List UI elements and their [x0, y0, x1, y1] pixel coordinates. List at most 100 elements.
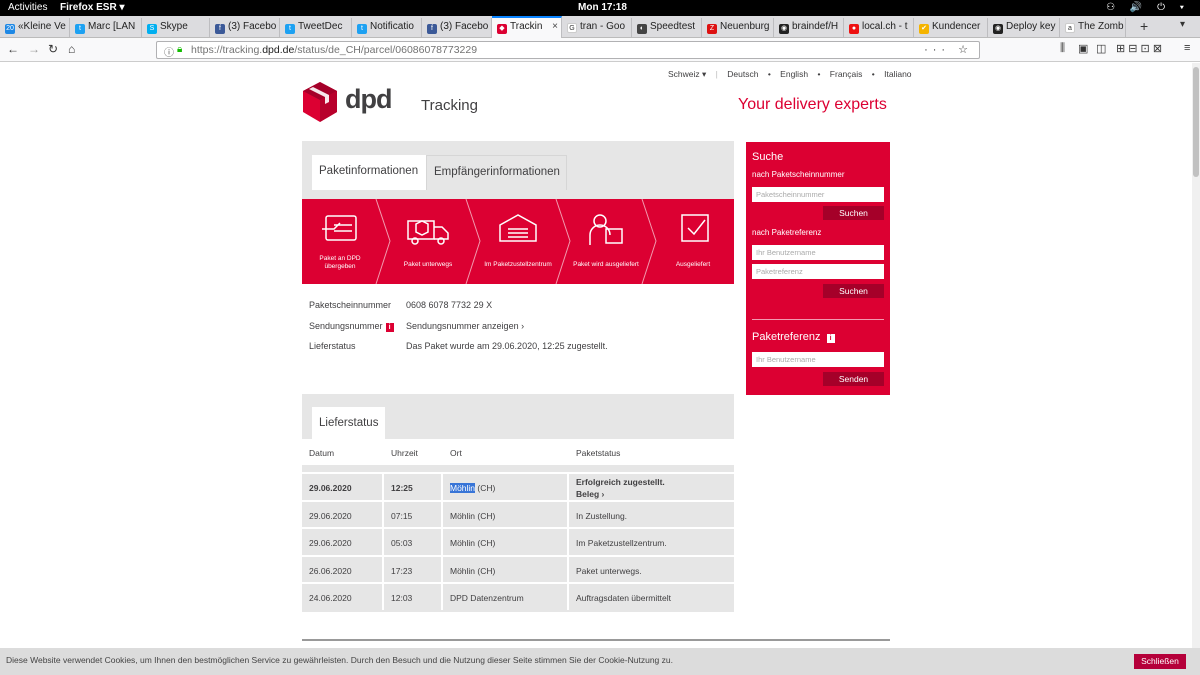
search-number-button[interactable]: Suchen: [823, 206, 884, 220]
tab-paketinformationen[interactable]: Paketinformationen: [312, 155, 426, 190]
lock-icon[interactable]: 🔒︎: [177, 44, 182, 55]
url-bar[interactable]: ⓘ 🔒︎ https://tracking.dpd.de/status/de_C…: [156, 41, 980, 59]
browser-tab[interactable]: ◉ braindef/H: [774, 18, 844, 37]
step-chevrons: [322, 199, 709, 284]
scrollbar-thumb[interactable]: [1193, 67, 1199, 177]
step-3-label: Im Paketzustellzentrum: [484, 261, 552, 268]
tab-favicon-icon: a: [1065, 23, 1075, 33]
library-icon[interactable]: ⫼: [1060, 42, 1065, 55]
slogan: Your delivery experts: [738, 96, 887, 113]
browser-tab[interactable]: S Skype: [142, 18, 210, 37]
browser-tab[interactable]: f (3) Facebo: [422, 18, 492, 37]
table-row: 24.06.2020 12:03 DPD Datenzentrum Auftragsd…: [302, 584, 734, 610]
page-actions-icon[interactable]: ··· ☆: [924, 43, 973, 56]
footer-divider: [302, 639, 890, 641]
tab-favicon-icon: ◆: [497, 24, 507, 34]
tab-label: Speedtest: [650, 21, 696, 32]
search-sidebar: Suche nach Paketscheinnummer Paketschein…: [746, 142, 890, 395]
tab-lieferstatus[interactable]: Lieferstatus: [312, 407, 386, 440]
cell-time: 12:03: [384, 584, 443, 610]
sendung-label: Sendungsnummer i: [309, 321, 409, 332]
tab-favicon-icon: S: [147, 24, 157, 34]
tab-list-icon[interactable]: ▾: [1180, 19, 1185, 30]
search-reference-button[interactable]: Suchen: [823, 284, 884, 298]
extensions-icon[interactable]: ⊞ ⊟ ⊡ ⊠: [1116, 42, 1162, 55]
col-ort: Ort: [450, 448, 462, 458]
depot-icon: [499, 214, 537, 242]
dpd-logo-icon[interactable]: [302, 82, 338, 122]
menu-icon[interactable]: ≡: [1184, 42, 1190, 54]
reader-icon[interactable]: ◫: [1096, 42, 1106, 55]
tab-label: Marc [LAN: [88, 21, 136, 32]
tab-empfaengerinformationen[interactable]: Empfängerinformationen: [426, 155, 567, 190]
sidebar-icon[interactable]: ▣: [1078, 42, 1088, 55]
info-icon[interactable]: i: [385, 323, 394, 332]
reference-input[interactable]: Paketreferenz: [752, 264, 884, 279]
receipt-link[interactable]: Beleg ›: [576, 489, 734, 499]
send-button[interactable]: Senden: [823, 372, 884, 386]
browser-tab[interactable]: ● local.ch - t: [844, 18, 914, 37]
paketschein-value: 0608 6078 7732 29 X: [406, 300, 493, 310]
browser-tab[interactable]: ◆ Trackin ×: [492, 16, 562, 38]
activities-button[interactable]: Activities: [8, 2, 47, 13]
tab-favicon-icon: ◉: [779, 24, 789, 34]
home-icon[interactable]: ⌂: [68, 42, 75, 56]
back-icon[interactable]: ←: [7, 42, 19, 56]
new-tab-button[interactable]: +: [1140, 18, 1148, 34]
tab-favicon-icon: ✔: [919, 24, 929, 34]
checkmark-icon: [681, 214, 709, 242]
browser-tab[interactable]: t Marc [LAN: [70, 18, 142, 37]
lang-it[interactable]: Italiano: [884, 69, 911, 79]
tab-close-icon[interactable]: ×: [552, 21, 558, 32]
browser-tab[interactable]: Z Neuenburg: [702, 18, 774, 37]
browser-tab[interactable]: Gtran - Goo: [562, 18, 632, 37]
lang-de[interactable]: Deutsch: [727, 69, 758, 79]
selected-text: Möhlin: [450, 483, 476, 493]
tab-favicon-icon: ◐: [637, 24, 647, 34]
app-menu[interactable]: Firefox ESR ▾: [60, 2, 124, 13]
package-details: Paketscheinnummer 0608 6078 7732 29 X Se…: [302, 284, 734, 369]
search-title: Suche: [752, 151, 784, 163]
lang-sep: •: [817, 69, 821, 79]
cookie-close-button[interactable]: Schließen: [1134, 654, 1186, 669]
system-top-bar: Activities Firefox ESR ▾ Mon 17:18 ⚇ 🔊 ⏻…: [0, 0, 1200, 16]
info-icon[interactable]: i: [826, 334, 835, 343]
table-row: 29.06.2020 05:03 Möhlin (CH) Im Paketzustel…: [302, 529, 734, 555]
browser-tab[interactable]: 20 «Kleine Ve: [0, 18, 70, 37]
reference-title: Paketreferenz i: [752, 331, 835, 343]
reload-icon[interactable]: ↻: [48, 42, 58, 56]
place-rest: (CH): [475, 483, 496, 493]
dpd-logo-text[interactable]: dpd: [345, 84, 392, 115]
tab-label: Trackin: [510, 21, 543, 32]
clock[interactable]: Mon 17:18: [578, 2, 627, 13]
package-info-panel: Paketinformationen Empfängerinformatione…: [302, 141, 734, 369]
browser-tab[interactable]: ◉ Deploy key: [988, 18, 1060, 37]
cell-status: In Zustellung.: [576, 510, 628, 521]
cell-status: Auftragsdaten übermittelt: [576, 593, 671, 603]
reference-username-input[interactable]: Ihr Benutzername: [752, 352, 884, 367]
lang-fr[interactable]: Français: [830, 69, 863, 79]
cell-date: 24.06.2020: [302, 584, 384, 610]
browser-tab[interactable]: t Notificatio: [352, 18, 422, 37]
show-sendung-link[interactable]: Sendungsnummer anzeigen ›: [406, 321, 524, 331]
browser-tab[interactable]: a The Zomb: [1060, 18, 1126, 37]
forward-icon[interactable]: →: [28, 42, 40, 56]
browser-tab[interactable]: ✔ Kundencer: [914, 18, 988, 37]
parcel-number-input[interactable]: Paketscheinnummer: [752, 187, 884, 202]
site-info-icon[interactable]: ⓘ: [164, 44, 174, 59]
browser-tab[interactable]: ◐ Speedtest: [632, 18, 702, 37]
step-5-label: Ausgeliefert: [675, 261, 711, 268]
lang-en[interactable]: English: [780, 69, 808, 79]
country-select[interactable]: Schweiz ▾: [668, 69, 706, 79]
sidebar-divider: [752, 319, 884, 320]
browser-tab[interactable]: f (3) Facebo: [210, 18, 280, 37]
table-row: 29.06.2020 12:25 Möhlin (CH) Erfolgreich zu…: [302, 474, 734, 500]
browser-tab[interactable]: t TweetDec: [280, 18, 352, 37]
cell-status: Erfolgreich zugestellt. Beleg ›: [569, 474, 734, 500]
system-tray[interactable]: ⚇ 🔊 ⏻ ▾: [1106, 2, 1190, 13]
page-scrollbar[interactable]: [1192, 63, 1200, 648]
cell-place: Möhlin (CH): [443, 529, 569, 555]
username-input[interactable]: Ihr Benutzername: [752, 245, 884, 260]
search-by-number-label: nach Paketscheinnummer: [752, 170, 845, 179]
cell-status: Im Paketzustellzentrum.: [576, 538, 667, 548]
